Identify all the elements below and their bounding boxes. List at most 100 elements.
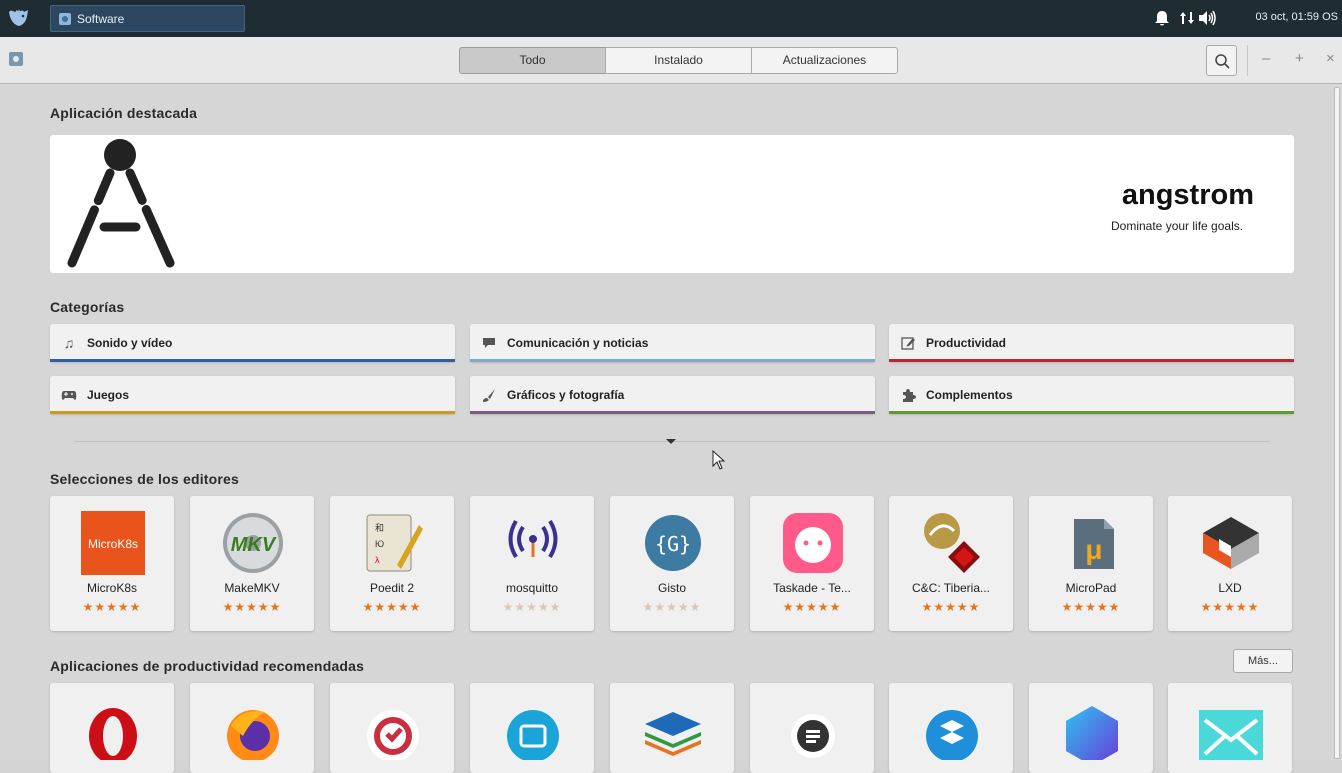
more-button[interactable]: Más...	[1233, 649, 1293, 673]
micropad-icon: μ	[1074, 519, 1114, 569]
app-card[interactable]: MicroK8s MicroK8s ★★★★★	[50, 496, 174, 631]
app-card[interactable]: {G} Gisto ★★★★★	[610, 496, 734, 631]
speech-bubble-icon	[481, 335, 497, 351]
maximize-icon[interactable]: +	[1295, 50, 1304, 67]
gisto-icon: {G}	[645, 515, 701, 571]
app-name: Poedit 2	[369, 581, 415, 595]
tab-actualizaciones[interactable]: Actualizaciones	[751, 47, 898, 74]
rating-stars: ★★★★★	[921, 600, 981, 614]
edit-icon	[900, 335, 916, 351]
rating-stars: ★★★★★	[82, 600, 142, 614]
software-center-icon	[59, 13, 71, 25]
category-productividad[interactable]: Productividad	[889, 324, 1294, 362]
rating-stars: ★★★★★	[1200, 600, 1260, 614]
app-name: MicroPad	[1065, 581, 1117, 595]
dropbox-style-icon	[926, 710, 978, 760]
app-name: MakeMKV	[224, 581, 280, 595]
search-button[interactable]	[1206, 45, 1237, 76]
category-accent-line	[889, 359, 1294, 362]
category-label: Gráficos y fotografía	[507, 388, 625, 402]
microk8s-icon: MicroK8s	[81, 511, 145, 575]
app-card[interactable]: C&C: Tiberia... ★★★★★	[889, 496, 1013, 631]
poedit-icon: 和Юλ	[366, 514, 423, 572]
music-note-icon: ♫	[63, 335, 75, 351]
close-icon[interactable]: ×	[1326, 50, 1335, 67]
app-card[interactable]: mosquitto ★★★★★	[470, 496, 594, 631]
svg-text:MKV: MKV	[231, 534, 277, 556]
app-card[interactable]: 和Юλ Poedit 2 ★★★★★	[330, 496, 454, 631]
svg-text:MicroK8s: MicroK8s	[88, 537, 138, 551]
category-label: Juegos	[87, 388, 130, 402]
category-accent-line	[50, 359, 455, 362]
search-icon	[1215, 54, 1230, 69]
app-name: Taskade - Te...	[773, 581, 851, 595]
cnc-tiberian-icon	[924, 513, 980, 573]
brush-icon	[481, 387, 497, 403]
featured-app-name: angstrom	[1121, 179, 1254, 211]
app-name: C&C: Tiberia...	[911, 581, 991, 595]
notification-bell-icon[interactable]	[1154, 10, 1170, 31]
beeper-icon	[791, 714, 835, 758]
categories-section-title: Categorías	[50, 299, 125, 315]
category-complementos[interactable]: Complementos	[889, 376, 1294, 414]
rating-stars: ★★★★★	[1061, 600, 1121, 614]
window-app-icon	[9, 52, 23, 66]
main-content: Aplicación destacada angstrom Dominate y…	[0, 84, 1342, 773]
category-accent-line	[470, 359, 875, 362]
network-icon[interactable]	[1179, 10, 1195, 30]
category-sonido-video[interactable]: ♫ Sonido y vídeo	[50, 324, 455, 362]
ticktick-icon	[367, 710, 419, 760]
app-name: Gisto	[657, 581, 686, 595]
tab-todo[interactable]: Todo	[459, 47, 606, 74]
tab-instalado[interactable]: Instalado	[605, 47, 752, 74]
app-card[interactable]: μ MicroPad ★★★★★	[1029, 496, 1153, 631]
mosquitto-icon	[508, 519, 558, 559]
hexagon-icon	[1066, 706, 1118, 760]
category-comunicacion[interactable]: Comunicación y noticias	[470, 324, 875, 362]
lxd-icon	[1203, 517, 1259, 569]
rating-stars: ★★★★★	[782, 600, 842, 614]
makemkv-icon: MKV	[223, 513, 283, 573]
screen-icon	[507, 710, 559, 760]
header-bar: Todo Instalado Actualizaciones – + ×	[0, 37, 1342, 84]
featured-app-tagline: Dominate your life goals.	[1111, 219, 1244, 233]
svg-text:λ: λ	[375, 555, 380, 565]
top-panel: Software 03 oct, 01:59 OS	[0, 0, 1342, 37]
category-graficos[interactable]: Gráficos y fotografía	[470, 376, 875, 414]
mouse-cursor-icon	[712, 450, 726, 470]
vertical-scrollbar[interactable]	[1334, 87, 1340, 759]
app-name: MicroK8s	[86, 581, 137, 595]
app-card[interactable]: LXD ★★★★★	[1168, 496, 1292, 631]
layers-icon	[645, 712, 701, 756]
editors-picks-section-title: Selecciones de los editores	[50, 471, 240, 487]
category-accent-line	[889, 411, 1294, 414]
gamepad-icon	[61, 387, 77, 403]
opera-icon	[89, 708, 137, 760]
app-card[interactable]: Taskade - Te... ★★★★★	[750, 496, 874, 631]
featured-section-title: Aplicación destacada	[50, 105, 198, 121]
clock[interactable]: 03 oct, 01:59 OS	[1255, 11, 1338, 23]
start-menu-icon[interactable]	[6, 6, 32, 30]
expand-categories-icon[interactable]	[666, 439, 676, 444]
rating-stars: ★★★★★	[642, 600, 702, 614]
puzzle-icon	[900, 387, 916, 403]
minimize-icon[interactable]: –	[1262, 50, 1270, 67]
volume-icon[interactable]	[1198, 10, 1218, 30]
category-label: Comunicación y noticias	[507, 336, 649, 350]
svg-text:和: 和	[375, 523, 384, 533]
taskbar-item-software[interactable]: Software	[50, 5, 245, 32]
svg-text:Ю: Ю	[375, 539, 384, 549]
rating-stars: ★★★★★	[362, 600, 422, 614]
category-accent-line	[50, 411, 455, 414]
svg-text:{G}: {G}	[655, 532, 691, 556]
category-juegos[interactable]: Juegos	[50, 376, 455, 414]
rating-stars: ★★★★★	[222, 600, 282, 614]
rating-stars: ★★★★★	[502, 600, 562, 614]
svg-text:μ: μ	[1085, 534, 1102, 565]
app-name: mosquitto	[505, 581, 559, 595]
featured-banner[interactable]: angstrom Dominate your life goals.	[50, 135, 1294, 273]
category-label: Complementos	[926, 388, 1013, 402]
app-card[interactable]: MKV MakeMKV ★★★★★	[190, 496, 314, 631]
header-separator	[1247, 45, 1248, 76]
category-label: Productividad	[926, 336, 1007, 350]
